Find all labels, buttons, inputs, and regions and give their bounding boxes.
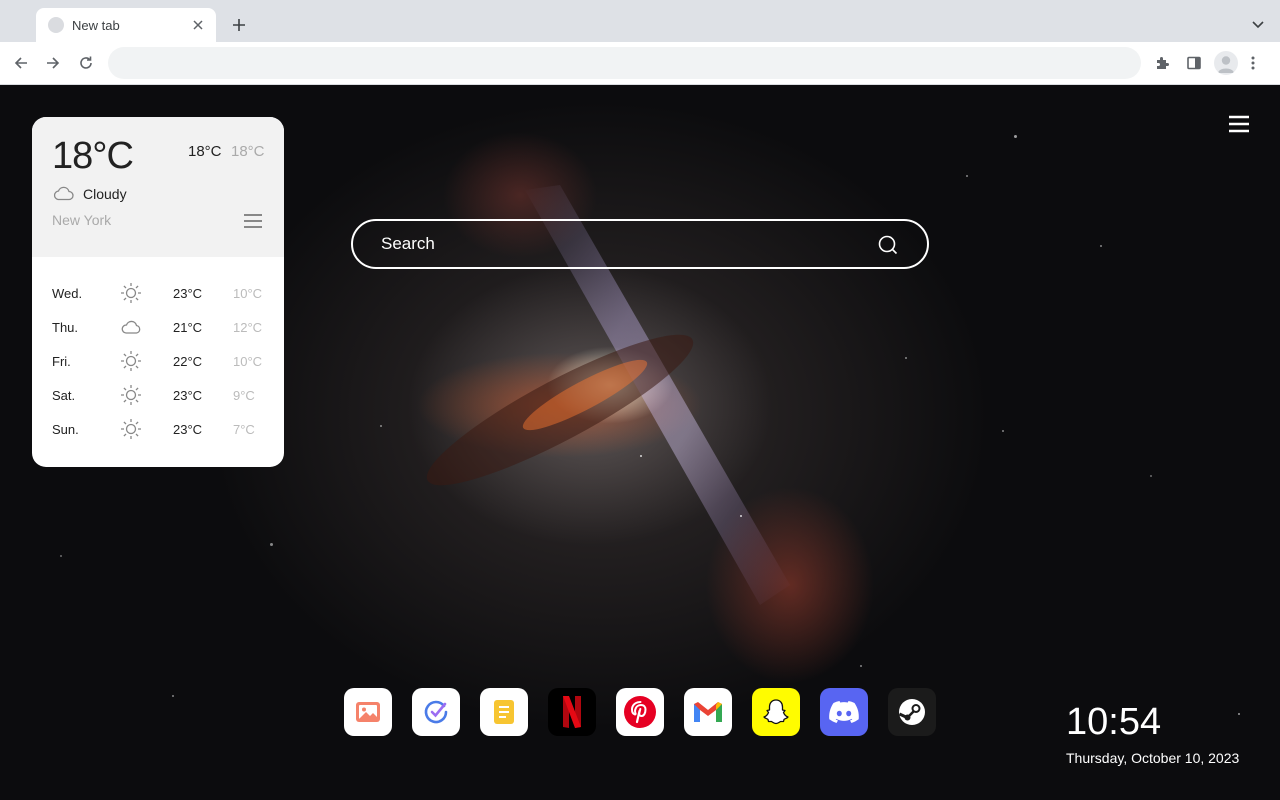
forecast-high: 23°C <box>173 286 203 301</box>
clock-time: 10:54 <box>1066 701 1162 743</box>
forecast-high: 23°C <box>173 388 203 403</box>
side-panel-icon[interactable] <box>1181 50 1207 76</box>
check-circle-icon <box>424 700 448 724</box>
forecast-high: 22°C <box>173 354 203 369</box>
address-bar[interactable] <box>108 47 1141 79</box>
forecast-high: 23°C <box>173 422 203 437</box>
browser-toolbar <box>0 42 1280 85</box>
netflix-app[interactable] <box>548 688 596 736</box>
forecast-day: Sun. <box>52 422 79 437</box>
new-tab-page: 18°C 18°C 18°C Cloudy New York Wed. 23°C… <box>0 85 1280 800</box>
weather-condition: Cloudy <box>83 186 127 202</box>
photos-app[interactable] <box>344 688 392 736</box>
sun-icon <box>121 419 141 439</box>
weather-widget[interactable]: 18°C 18°C 18°C Cloudy New York Wed. 23°C… <box>32 117 284 467</box>
forecast-low: 12°C <box>233 320 263 335</box>
tasks-app[interactable] <box>412 688 460 736</box>
discord-app[interactable] <box>820 688 868 736</box>
sun-icon <box>121 351 141 371</box>
profile-icon[interactable] <box>1214 51 1238 75</box>
snapchat-icon <box>763 699 789 725</box>
menu-icon[interactable] <box>1228 115 1250 133</box>
steam-app[interactable] <box>888 688 936 736</box>
back-icon[interactable] <box>8 50 34 76</box>
weather-forecast: Wed. 23°C 10°C Thu. 21°C 12°C Fri. 22°C … <box>32 257 284 447</box>
discord-icon <box>829 701 859 723</box>
chevron-down-icon[interactable] <box>1248 13 1268 37</box>
forecast-row: Thu. 21°C 12°C <box>32 311 284 345</box>
netflix-icon <box>563 696 581 728</box>
forecast-day: Thu. <box>52 320 79 335</box>
forecast-row: Fri. 22°C 10°C <box>32 345 284 379</box>
search-icon[interactable] <box>877 234 899 256</box>
forecast-day: Wed. <box>52 286 83 301</box>
sun-icon <box>121 283 141 303</box>
reload-icon[interactable] <box>73 50 99 76</box>
forecast-low: 9°C <box>233 388 255 403</box>
forecast-row: Sun. 23°C 7°C <box>32 413 284 447</box>
cloud-icon <box>121 320 141 334</box>
gmail-app[interactable] <box>684 688 732 736</box>
photos-icon <box>356 702 380 722</box>
extensions-icon[interactable] <box>1149 50 1175 76</box>
today-high: 18°C <box>188 143 222 160</box>
tab-title: New tab <box>72 17 120 33</box>
weather-city: New York <box>52 212 112 228</box>
forecast-row: Wed. 23°C 10°C <box>32 277 284 311</box>
plus-icon[interactable] <box>227 13 251 37</box>
search-input[interactable] <box>381 221 871 267</box>
forecast-day: Sat. <box>52 388 76 403</box>
notes-icon <box>494 700 514 724</box>
snapchat-app[interactable] <box>752 688 800 736</box>
clock-date: Thursday, October 10, 2023 <box>1066 750 1240 766</box>
tab-new-tab[interactable]: New tab <box>36 8 216 42</box>
steam-icon <box>898 699 925 725</box>
weather-menu-icon[interactable] <box>244 213 262 229</box>
forecast-low: 10°C <box>233 354 263 369</box>
pinterest-icon <box>624 696 656 728</box>
sun-icon <box>121 385 141 405</box>
notes-app[interactable] <box>480 688 528 736</box>
forecast-row: Sat. 23°C 9°C <box>32 379 284 413</box>
cloud-icon <box>53 186 74 201</box>
today-low: 18°C <box>231 143 265 160</box>
pinterest-app[interactable] <box>616 688 664 736</box>
search-bar <box>351 219 929 269</box>
more-vert-icon[interactable] <box>1245 50 1261 76</box>
current-temperature: 18°C <box>52 135 134 177</box>
tab-strip: New tab <box>0 0 1280 42</box>
gmail-icon <box>694 702 722 722</box>
weather-current: 18°C 18°C 18°C Cloudy New York <box>32 117 284 257</box>
forecast-day: Fri. <box>52 354 71 369</box>
forecast-high: 21°C <box>173 320 203 335</box>
favicon-icon <box>48 17 64 33</box>
close-icon[interactable] <box>190 17 206 33</box>
forecast-low: 7°C <box>233 422 255 437</box>
forward-icon[interactable] <box>40 50 66 76</box>
forecast-low: 10°C <box>233 286 263 301</box>
